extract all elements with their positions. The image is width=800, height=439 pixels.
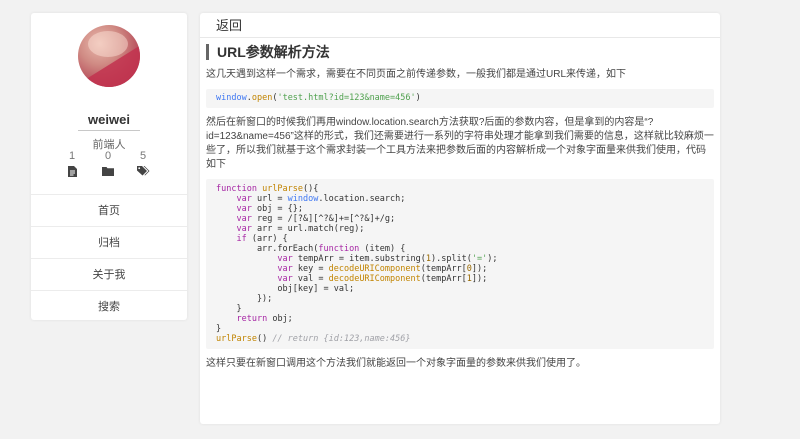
stat-tags-count: 5 <box>139 150 147 162</box>
code-line: arr.forEach(function (item) { <box>216 244 406 254</box>
username-divider <box>78 130 140 131</box>
tags-icon <box>136 166 149 176</box>
code-line: urlParse() // return {id:123,name:456} <box>216 334 411 344</box>
code-line: }); <box>216 294 273 304</box>
inline-code-block: window.open('test.html?id=123&name=456') <box>206 89 714 108</box>
code-line: if (arr) { <box>236 234 288 244</box>
folder-icon <box>102 167 114 176</box>
back-button[interactable]: 返回 <box>216 18 242 33</box>
back-bar: 返回 <box>200 13 720 38</box>
code-line: var url = window.location.search; <box>236 194 406 204</box>
code-line: var obj = {}; <box>236 204 304 214</box>
article-content: URL参数解析方法 这几天遇到这样一个需求，需要在不同页面之前传递参数，一般我们… <box>200 38 720 371</box>
code-line: function urlParse(){ <box>216 184 319 194</box>
sidebar-item-home[interactable]: 首页 <box>31 194 187 226</box>
username: weiwei <box>88 112 130 127</box>
sidebar-item-search[interactable]: 搜索 <box>31 290 187 322</box>
code-line: var key = decodeURIComponent(tempArr[0])… <box>277 264 488 274</box>
code-line: return obj; <box>236 314 293 324</box>
code-line: var tempArr = item.substring(1).split('=… <box>277 254 498 264</box>
article-card: 返回 URL参数解析方法 这几天遇到这样一个需求，需要在不同页面之前传递参数，一… <box>200 13 720 424</box>
article-explanation: 然后在新窗口的时候我们再用window.location.search方法获取?… <box>206 117 714 170</box>
sidebar-item-about[interactable]: 关于我 <box>31 258 187 290</box>
sidebar-menu: 首页 归档 关于我 搜索 <box>31 194 187 322</box>
code-line: } <box>216 304 242 314</box>
code-line: var reg = /[?&][^?&]+=[^?&]+/g; <box>236 214 396 224</box>
code-block: function urlParse(){ var url = window.lo… <box>206 179 714 349</box>
article-conclusion: 这样只要在新窗口调用这个方法我们就能返回一个对象字面量的参数来供我们使用了。 <box>206 358 586 369</box>
stat-posts-count: 1 <box>68 150 76 162</box>
avatar[interactable] <box>78 25 140 87</box>
article-title: URL参数解析方法 <box>206 44 714 60</box>
profile-sidebar: weiwei 前端人 1 0 5 首页 归档 关于我 搜索 <box>31 13 187 320</box>
sidebar-item-archive[interactable]: 归档 <box>31 226 187 258</box>
code-line: } <box>216 324 222 334</box>
stat-categories[interactable]: 0 <box>94 150 122 176</box>
code-line: var val = decodeURIComponent(tempArr[1])… <box>277 274 488 284</box>
code-line: var arr = url.match(reg); <box>236 224 365 234</box>
stat-tags[interactable]: 5 <box>129 150 157 177</box>
stat-categories-count: 0 <box>104 150 112 162</box>
code-line: obj[key] = val; <box>216 284 355 294</box>
document-icon <box>67 166 77 177</box>
avatar-highlight <box>88 31 128 57</box>
article-intro: 这几天遇到这样一个需求，需要在不同页面之前传递参数，一般我们都是通过URL来传递… <box>206 69 627 80</box>
stat-posts[interactable]: 1 <box>58 150 86 177</box>
